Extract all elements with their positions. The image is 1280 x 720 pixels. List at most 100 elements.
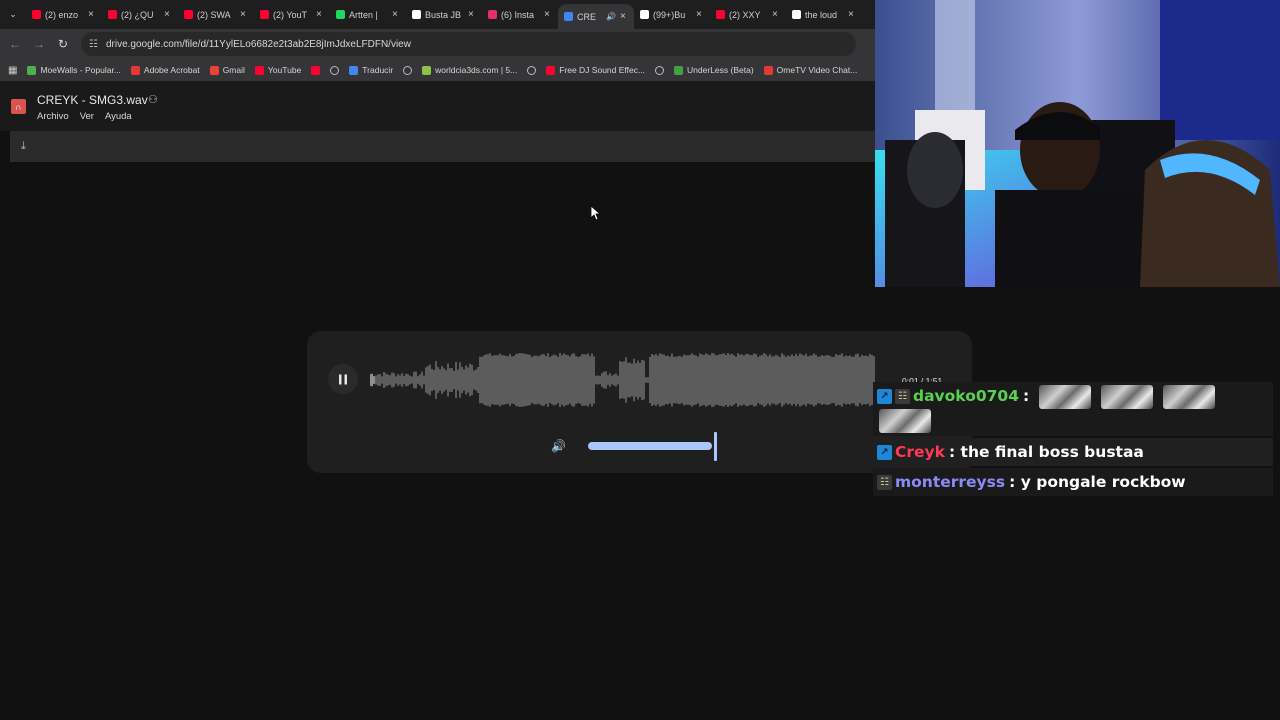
- bookmark-label: Gmail: [222, 65, 245, 75]
- moewalls-icon: [27, 65, 37, 75]
- youtube-icon: [254, 65, 264, 75]
- underless-icon: [674, 65, 684, 75]
- waveform-seekbar[interactable]: [370, 351, 875, 409]
- emote-image: [1163, 385, 1216, 409]
- bookmark-item[interactable]: [311, 65, 321, 75]
- emote-row: [877, 409, 1269, 433]
- webcam-video: [875, 0, 1280, 287]
- volume-slider[interactable]: [588, 442, 712, 450]
- menu-ayuda[interactable]: Ayuda: [105, 111, 132, 122]
- youtube-icon: [311, 65, 321, 75]
- clapper-icon: ☷: [895, 389, 910, 404]
- bookmark-item[interactable]: YouTube: [254, 65, 301, 75]
- close-tab-icon[interactable]: ×: [88, 9, 96, 20]
- browser-tab[interactable]: the loud ×: [786, 0, 862, 29]
- bookmarks-bar: ▦ MoeWalls - Popular... Adobe Acrobat Gmai…: [0, 59, 875, 81]
- close-tab-icon[interactable]: ×: [392, 9, 400, 20]
- url-text[interactable]: drive.google.com/file/d/11YylELo6682e2t3…: [106, 39, 411, 50]
- tab-audio-icon[interactable]: 🔊: [606, 12, 616, 21]
- bookmark-item[interactable]: Traducir: [349, 65, 393, 75]
- close-tab-icon[interactable]: ×: [240, 9, 248, 20]
- close-tab-icon[interactable]: ×: [544, 9, 552, 20]
- bookmark-item[interactable]: [403, 65, 413, 75]
- bookmark-item[interactable]: Adobe Acrobat: [130, 65, 200, 75]
- tab-title: (2) YouT: [273, 9, 308, 20]
- chat-username: Creyk: [895, 443, 945, 461]
- gmail-icon: [209, 65, 219, 75]
- apps-grid-icon[interactable]: ▦: [8, 65, 17, 76]
- tiktok-icon: [640, 10, 649, 19]
- viewer-menu: Archivo Ver Ayuda: [37, 111, 132, 122]
- browser-tab[interactable]: (2) ¿QU ×: [102, 0, 178, 29]
- instagram-icon: [488, 10, 497, 19]
- pause-button[interactable]: [328, 364, 358, 394]
- browser-tab[interactable]: (6) Insta ×: [482, 0, 558, 29]
- bookmark-item[interactable]: [655, 65, 665, 75]
- prime-icon: ↗: [877, 389, 892, 404]
- bookmark-label: OmeTV Video Chat...: [776, 65, 858, 75]
- close-tab-icon[interactable]: ×: [696, 9, 704, 20]
- bookmark-item[interactable]: [527, 65, 537, 75]
- close-tab-icon[interactable]: ×: [468, 9, 476, 20]
- pause-icon: [339, 374, 347, 384]
- globe-icon: [330, 65, 340, 75]
- spotify-icon: [336, 10, 345, 19]
- bookmark-item[interactable]: OmeTV Video Chat...: [763, 65, 858, 75]
- bookmark-item[interactable]: Gmail: [209, 65, 245, 75]
- translate-icon: [349, 65, 359, 75]
- site-info-icon[interactable]: ☷: [89, 39, 98, 50]
- youtube-icon: [716, 10, 725, 19]
- drive-icon: [564, 12, 573, 21]
- bookmark-item[interactable]: [330, 65, 340, 75]
- globe-icon: [655, 65, 665, 75]
- browser-toolbar: ← → ↻ ☷ drive.google.com/file/d/11YylELo…: [0, 29, 875, 59]
- browser-tab[interactable]: (2) SWA ×: [178, 0, 254, 29]
- globe-icon: [527, 65, 537, 75]
- shared-drive-icon: ⚇: [148, 94, 158, 106]
- close-tab-icon[interactable]: ×: [620, 11, 628, 22]
- bookmark-item[interactable]: UnderLess (Beta): [674, 65, 754, 75]
- close-tab-icon[interactable]: ×: [848, 9, 856, 20]
- tab-title: CRE: [577, 11, 597, 22]
- tab-title: (2) enzo: [45, 9, 79, 20]
- close-tab-icon[interactable]: ×: [164, 9, 172, 20]
- browser-tab[interactable]: (2) enzo ×: [26, 0, 102, 29]
- reload-icon[interactable]: ↻: [51, 32, 75, 56]
- browser-tab[interactable]: CRE 🔊 ×: [558, 4, 634, 29]
- browser-tab[interactable]: (2) YouT ×: [254, 0, 330, 29]
- worldcia-icon: [422, 65, 432, 75]
- browser-tab[interactable]: Artten | ×: [330, 0, 406, 29]
- volume-level: [588, 442, 712, 450]
- volume-slider-handle[interactable]: [714, 432, 717, 461]
- chat-text: : the final boss bustaa: [948, 443, 1144, 461]
- viewer-header: ∩ CREYK - SMG3.wav ⚇ Archivo Ver Ayuda: [0, 81, 875, 131]
- bookmark-item[interactable]: worldcia3ds.com | 5...: [422, 65, 517, 75]
- volume-icon[interactable]: 🔊: [551, 439, 566, 453]
- bookmark-item[interactable]: MoeWalls - Popular...: [27, 65, 121, 75]
- tab-search-chevron-icon[interactable]: ⌄: [0, 0, 26, 29]
- browser-tab[interactable]: (99+)Bu ×: [634, 0, 710, 29]
- address-bar[interactable]: ☷ drive.google.com/file/d/11YylELo6682e2…: [81, 32, 856, 56]
- browser-tab[interactable]: Busta JB ×: [406, 0, 482, 29]
- forward-arrow-icon[interactable]: →: [27, 32, 51, 56]
- tabs-container: (2) enzo × (2) ¿QU × (2) SWA × (2) YouT × Artten…: [26, 0, 862, 29]
- back-arrow-icon[interactable]: ←: [3, 32, 27, 56]
- bookmark-item[interactable]: Free DJ Sound Effec...: [546, 65, 645, 75]
- globe-icon: [403, 65, 413, 75]
- youtube-icon: [546, 65, 556, 75]
- close-tab-icon[interactable]: ×: [772, 9, 780, 20]
- tab-title: (2) ¿QU: [121, 9, 154, 20]
- tab-title: Artten |: [349, 9, 378, 20]
- youtube-icon: [260, 10, 269, 19]
- chat-message: ↗ Creyk : the final boss bustaa: [873, 438, 1273, 466]
- prime-icon: ↗: [877, 445, 892, 460]
- chat-overlay: ↗ ☷ davoko0704 : ↗ Creyk : the final bos…: [873, 382, 1273, 498]
- webcam-overlay: [875, 0, 1280, 287]
- menu-archivo[interactable]: Archivo: [37, 111, 69, 122]
- emote-image: [879, 409, 931, 433]
- close-tab-icon[interactable]: ×: [316, 9, 324, 20]
- tab-title: (2) SWA: [197, 9, 231, 20]
- browser-tab[interactable]: (2) XXY ×: [710, 0, 786, 29]
- download-icon[interactable]: ⤓: [21, 140, 26, 153]
- menu-ver[interactable]: Ver: [80, 111, 94, 122]
